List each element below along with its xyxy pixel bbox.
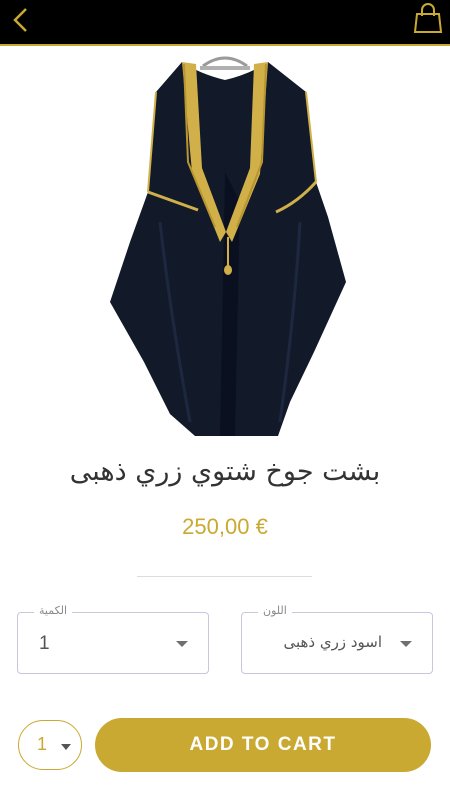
cart-quantity-value: 1 — [37, 734, 48, 754]
quantity-label: الكمية — [34, 604, 73, 617]
color-label: اللون — [258, 604, 292, 617]
add-to-cart-button[interactable]: ADD TO CART — [95, 718, 431, 772]
cart-button[interactable] — [410, 0, 446, 36]
color-select[interactable]: اللون اسود زري ذهبى — [241, 604, 433, 674]
chevron-left-icon — [13, 8, 27, 32]
product-image — [100, 52, 350, 440]
dropdown-arrow-icon — [61, 744, 71, 750]
quantity-value: 1 — [39, 633, 50, 654]
top-app-bar — [0, 0, 450, 46]
product-title: بشت جوخ شتوي زري ذهبى — [69, 456, 381, 487]
dropdown-arrow-icon — [400, 641, 412, 647]
shopping-bag-icon — [413, 3, 443, 33]
divider — [137, 576, 312, 577]
back-button[interactable] — [4, 2, 38, 38]
dropdown-arrow-icon — [176, 641, 188, 647]
product-price: 250,00 € — [182, 514, 268, 539]
cart-quantity-select[interactable]: 1 — [18, 720, 82, 770]
color-value: اسود زري ذهبى — [283, 633, 382, 651]
quantity-select[interactable]: الكمية 1 — [17, 604, 209, 674]
